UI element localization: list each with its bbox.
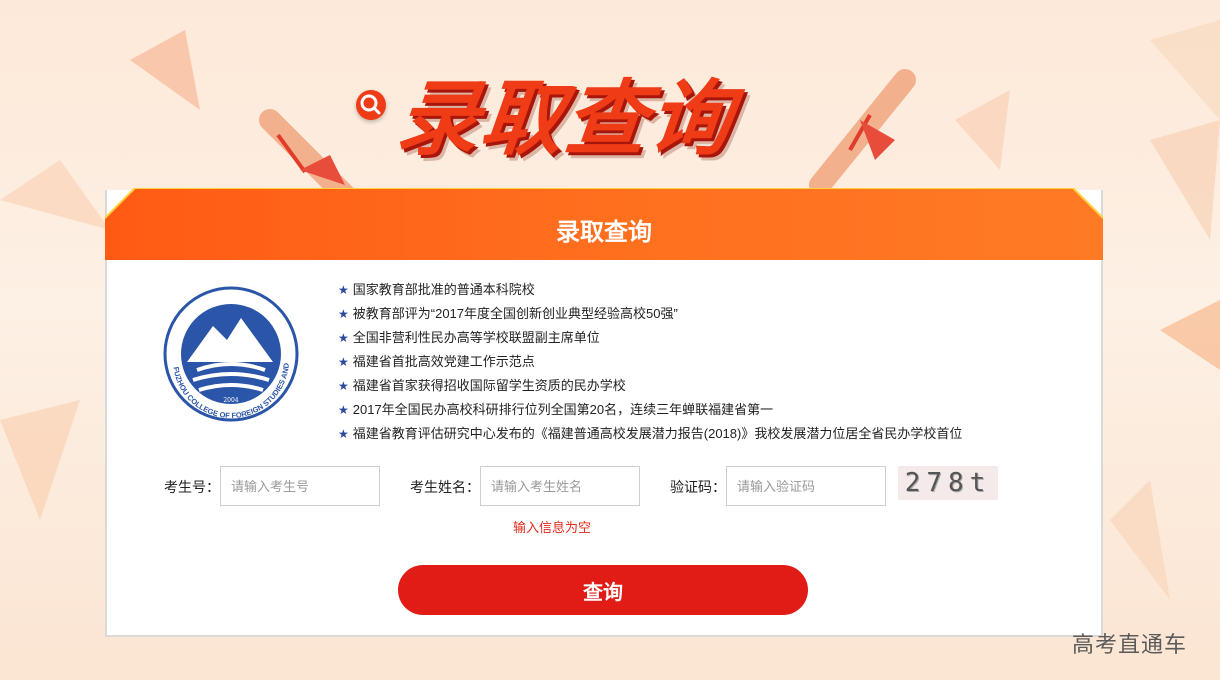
feature-text: 福建省首批高效党建工作示范点 [352,354,535,369]
star-icon: ★ [338,283,349,297]
list-item: ★ 国家教育部批准的普通本科院校 [338,278,962,302]
captcha-label: 验证码： [670,479,726,495]
feature-text: 福建省教育评估研究中心发布的《福建普通高校发展潜力报告(2018)》我校发展潜力… [352,426,963,441]
query-button[interactable]: 查询 [398,565,808,615]
star-icon: ★ [338,379,349,393]
list-item: ★ 2017年全国民办高校科研排行位列全国第20名，连续三年蝉联福建省第一 [338,398,962,422]
feature-list: ★ 国家教育部批准的普通本科院校 ★ 被教育部评为“2017年度全国创新创业典型经验… [338,278,962,446]
feature-text: 福建省首家获得招收国际留学生资质的民办学校 [352,378,626,393]
feature-text: 2017年全国民办高校科研排行位列全国第20名，连续三年蝉联福建省第一 [352,402,774,417]
star-icon: ★ [338,427,349,441]
search-icon [356,90,386,120]
captcha-input[interactable] [726,466,886,506]
name-label: 考生姓名： [410,479,480,495]
watermark: 高考直通车 [1072,632,1188,657]
star-icon: ★ [338,307,349,321]
star-icon: ★ [338,331,349,345]
feature-text: 被教育部评为“2017年度全国创新创业典型经验高校50强” [352,306,678,321]
exam-no-label: 考生号： [164,479,220,495]
feature-text: 国家教育部批准的普通本科院校 [352,282,535,297]
logo-year: 2004 [223,397,238,404]
name-input[interactable] [480,466,640,506]
list-item: ★ 福建省首批高效党建工作示范点 [338,350,962,374]
panel-title: 录取查询 [556,219,652,246]
list-item: ★ 福建省首家获得招收国际留学生资质的民办学校 [338,374,962,398]
list-item: ★ 被教育部评为“2017年度全国创新创业典型经验高校50强” [338,302,962,326]
exam-no-input[interactable] [220,466,380,506]
list-item: ★ 福建省教育评估研究中心发布的《福建普通高校发展潜力报告(2018)》我校发展潜… [338,422,962,446]
school-logo: 2004 FUZHOU COLLEGE OF FOREIGN STUDIES A… [160,273,299,430]
captcha-image[interactable]: 278t [898,466,998,500]
star-icon: ★ [338,355,349,369]
list-item: ★ 全国非营利性民办高等学校联盟副主席单位 [338,326,962,350]
error-message: 输入信息为空 [513,520,592,535]
feature-text: 全国非营利性民办高等学校联盟副主席单位 [352,330,600,345]
star-icon: ★ [338,403,349,417]
banner-title: 录取查询 [392,74,738,165]
